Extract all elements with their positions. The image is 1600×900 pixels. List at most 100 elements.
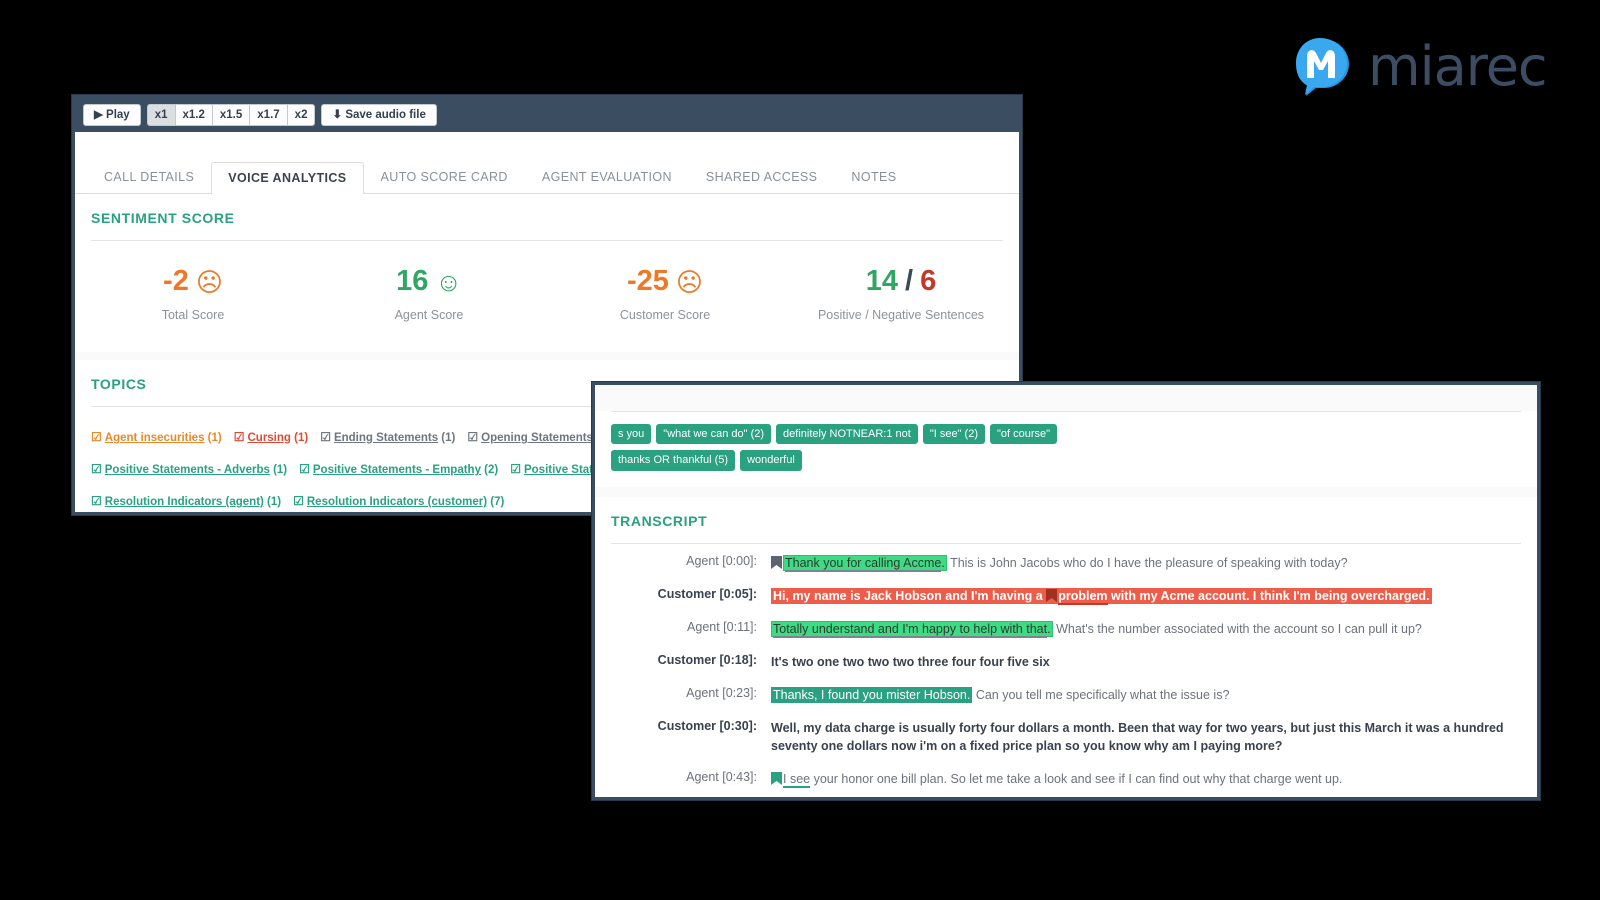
- topic-item[interactable]: ☑Resolution Indicators (agent) (1): [91, 489, 281, 514]
- transcript-plain: Well, my data charge is usually forty fo…: [771, 721, 1504, 753]
- transcript-row: Customer [0:18]:It's two one two two two…: [611, 653, 1521, 671]
- transcript-row: Customer [0:30]:Well, my data charge is …: [611, 719, 1521, 755]
- speed-x1.5-button[interactable]: x1.5: [212, 104, 250, 127]
- transcript-row: Customer [0:05]:Hi, my name is Jack Hobs…: [611, 587, 1521, 605]
- transcript-speaker: Customer [0:18]:: [611, 653, 771, 671]
- keyword-tag[interactable]: "what we can do" (2): [656, 424, 771, 444]
- agent-score-label: Agent Score: [311, 308, 547, 322]
- play-button[interactable]: ▶ Play: [83, 104, 141, 127]
- sentence-ratio-value-group: 14 / 6: [783, 267, 1019, 296]
- checkbox-checked-icon[interactable]: ☑: [91, 462, 102, 476]
- topic-count: (1): [438, 432, 455, 444]
- transcript-plain: This is John Jacobs who do I have the pl…: [950, 556, 1347, 570]
- transcript-list: Agent [0:00]:Thank you for calling Accme…: [595, 544, 1537, 789]
- checkbox-checked-icon[interactable]: ☑: [299, 462, 310, 476]
- highlight-positive[interactable]: Thank you for calling Accme.: [783, 555, 947, 571]
- topic-item[interactable]: ☑Positive Statements - Adverbs (1): [91, 457, 287, 482]
- topic-item[interactable]: ☑Opening Statements (1): [467, 425, 610, 450]
- miarec-logo: miarec: [1292, 36, 1547, 98]
- customer-score-value: -25: [627, 267, 669, 296]
- speed-x1-button[interactable]: x1: [147, 104, 176, 127]
- customer-score-value-group: -25 ☹: [547, 267, 783, 296]
- flag-icon: [771, 556, 782, 569]
- keywords-row-2: thanks OR thankful (5)wonderful: [611, 450, 1521, 476]
- keywords-row-1: s you"what we can do" (2)definitely NOTN…: [611, 424, 1521, 450]
- miarec-logo-icon: [1292, 36, 1354, 98]
- tab-voice-analytics[interactable]: VOICE ANALYTICS: [211, 162, 363, 194]
- checkbox-checked-icon[interactable]: ☑: [91, 494, 102, 508]
- neutral-face-icon: ☹: [676, 269, 703, 295]
- keyword-tag[interactable]: definitely NOTNEAR:1 not: [776, 424, 918, 444]
- sentence-ratio-label: Positive / Negative Sentences: [783, 308, 1019, 322]
- negative-sentences-count: 6: [920, 267, 936, 296]
- transcript-row: Agent [0:43]:I see your honor one bill p…: [611, 770, 1521, 788]
- topic-item[interactable]: ☑Resolution Indicators (customer) (7): [293, 489, 504, 514]
- transcript-row: Agent [0:23]:Thanks, I found you mister …: [611, 686, 1521, 704]
- topic-label: Resolution Indicators (agent): [105, 496, 264, 508]
- speed-x1.2-button[interactable]: x1.2: [175, 104, 213, 127]
- transcript-text: Thank you for calling Accme. This is Joh…: [771, 554, 1521, 572]
- topic-label: Agent insecurities: [105, 432, 205, 444]
- transcript-text: Well, my data charge is usually forty fo…: [771, 719, 1521, 755]
- flag-icon: [771, 772, 782, 785]
- transcript-row: Agent [0:11]:Totally understand and I'm …: [611, 620, 1521, 638]
- panel-gap: [595, 487, 1537, 497]
- checkbox-checked-icon[interactable]: ☑: [91, 430, 102, 444]
- topic-label: Opening Statements: [481, 432, 593, 444]
- smiling-face-icon: ☺: [435, 269, 462, 295]
- total-score-value-group: -2 ☹: [75, 267, 311, 296]
- highlight-negative[interactable]: Hi, my name is Jack Hobson and I'm havin…: [771, 588, 1432, 604]
- tab-agent-evaluation[interactable]: AGENT EVALUATION: [525, 161, 689, 193]
- keyword-tag[interactable]: thanks OR thankful (5): [611, 450, 735, 470]
- transcript-speaker: Agent [0:43]:: [611, 770, 771, 788]
- total-score-cell: -2 ☹ Total Score: [75, 267, 311, 322]
- sentiment-score-row: -2 ☹ Total Score 16 ☺ Agent Score -25 ☹ …: [75, 241, 1019, 352]
- keywords-panel: s you"what we can do" (2)definitely NOTN…: [595, 412, 1537, 487]
- playback-speed-group: x1 x1.2 x1.5 x1.7 x2: [147, 104, 316, 127]
- download-icon: ⬇: [332, 109, 342, 121]
- transcript-window: s you"what we can do" (2)definitely NOTN…: [592, 382, 1540, 800]
- audio-player-toolbar: ▶ Play x1 x1.2 x1.5 x1.7 x2 ⬇ Save audio…: [75, 98, 1019, 132]
- speed-x2-button[interactable]: x2: [287, 104, 316, 127]
- transcript-plain: It's two one two two two three four four…: [771, 655, 1050, 669]
- flag-icon: [1046, 589, 1057, 602]
- checkbox-checked-icon[interactable]: ☑: [234, 430, 245, 444]
- transcript-plain: What's the number associated with the ac…: [1056, 622, 1422, 636]
- transcript-speaker: Customer [0:05]:: [611, 587, 771, 605]
- topic-item[interactable]: ☑Ending Statements (1): [320, 425, 455, 450]
- checkbox-checked-icon[interactable]: ☑: [293, 494, 304, 508]
- checkbox-checked-icon[interactable]: ☑: [510, 462, 521, 476]
- transcript-speaker: Agent [0:11]:: [611, 620, 771, 638]
- topic-label: Cursing: [247, 432, 290, 444]
- keywords-top-strip: [595, 385, 1537, 411]
- topic-count: (1): [204, 432, 221, 444]
- checkbox-checked-icon[interactable]: ☑: [320, 430, 331, 444]
- tab-auto-score-card[interactable]: AUTO SCORE CARD: [364, 161, 525, 193]
- topic-count: (7): [487, 496, 504, 508]
- section-gap: [75, 352, 1019, 360]
- tab-shared-access[interactable]: SHARED ACCESS: [689, 161, 834, 193]
- keyword-tag[interactable]: "of course": [990, 424, 1057, 444]
- topic-count: (2): [481, 464, 498, 476]
- transcript-text: It's two one two two two three four four…: [771, 653, 1521, 671]
- agent-score-value: 16: [396, 267, 428, 296]
- keyword-tag[interactable]: wonderful: [740, 450, 802, 470]
- keyword-tag[interactable]: s you: [611, 424, 651, 444]
- highlight-positive[interactable]: Thanks, I found you mister Hobson.: [771, 687, 972, 703]
- highlight-positive[interactable]: Totally understand and I'm happy to help…: [771, 621, 1053, 637]
- topic-count: (1): [270, 464, 287, 476]
- tab-notes[interactable]: NOTES: [834, 161, 913, 193]
- highlight-keyword[interactable]: I see: [783, 772, 810, 788]
- topic-item[interactable]: ☑Agent insecurities (1): [91, 425, 222, 450]
- save-audio-file-button[interactable]: ⬇ Save audio file: [321, 104, 436, 127]
- transcript-speaker: Customer [0:30]:: [611, 719, 771, 755]
- tab-call-details[interactable]: CALL DETAILS: [87, 161, 211, 193]
- checkbox-checked-icon[interactable]: ☑: [467, 430, 478, 444]
- topic-item[interactable]: ☑Positive Statements - Empathy (2): [299, 457, 498, 482]
- speed-x1.7-button[interactable]: x1.7: [249, 104, 287, 127]
- total-score-value: -2: [163, 267, 189, 296]
- topic-item[interactable]: ☑Cursing (1): [234, 425, 308, 450]
- topic-label: Positive Statements - Empathy: [313, 464, 481, 476]
- keyword-tag[interactable]: "I see" (2): [923, 424, 985, 444]
- ratio-separator: /: [905, 267, 913, 296]
